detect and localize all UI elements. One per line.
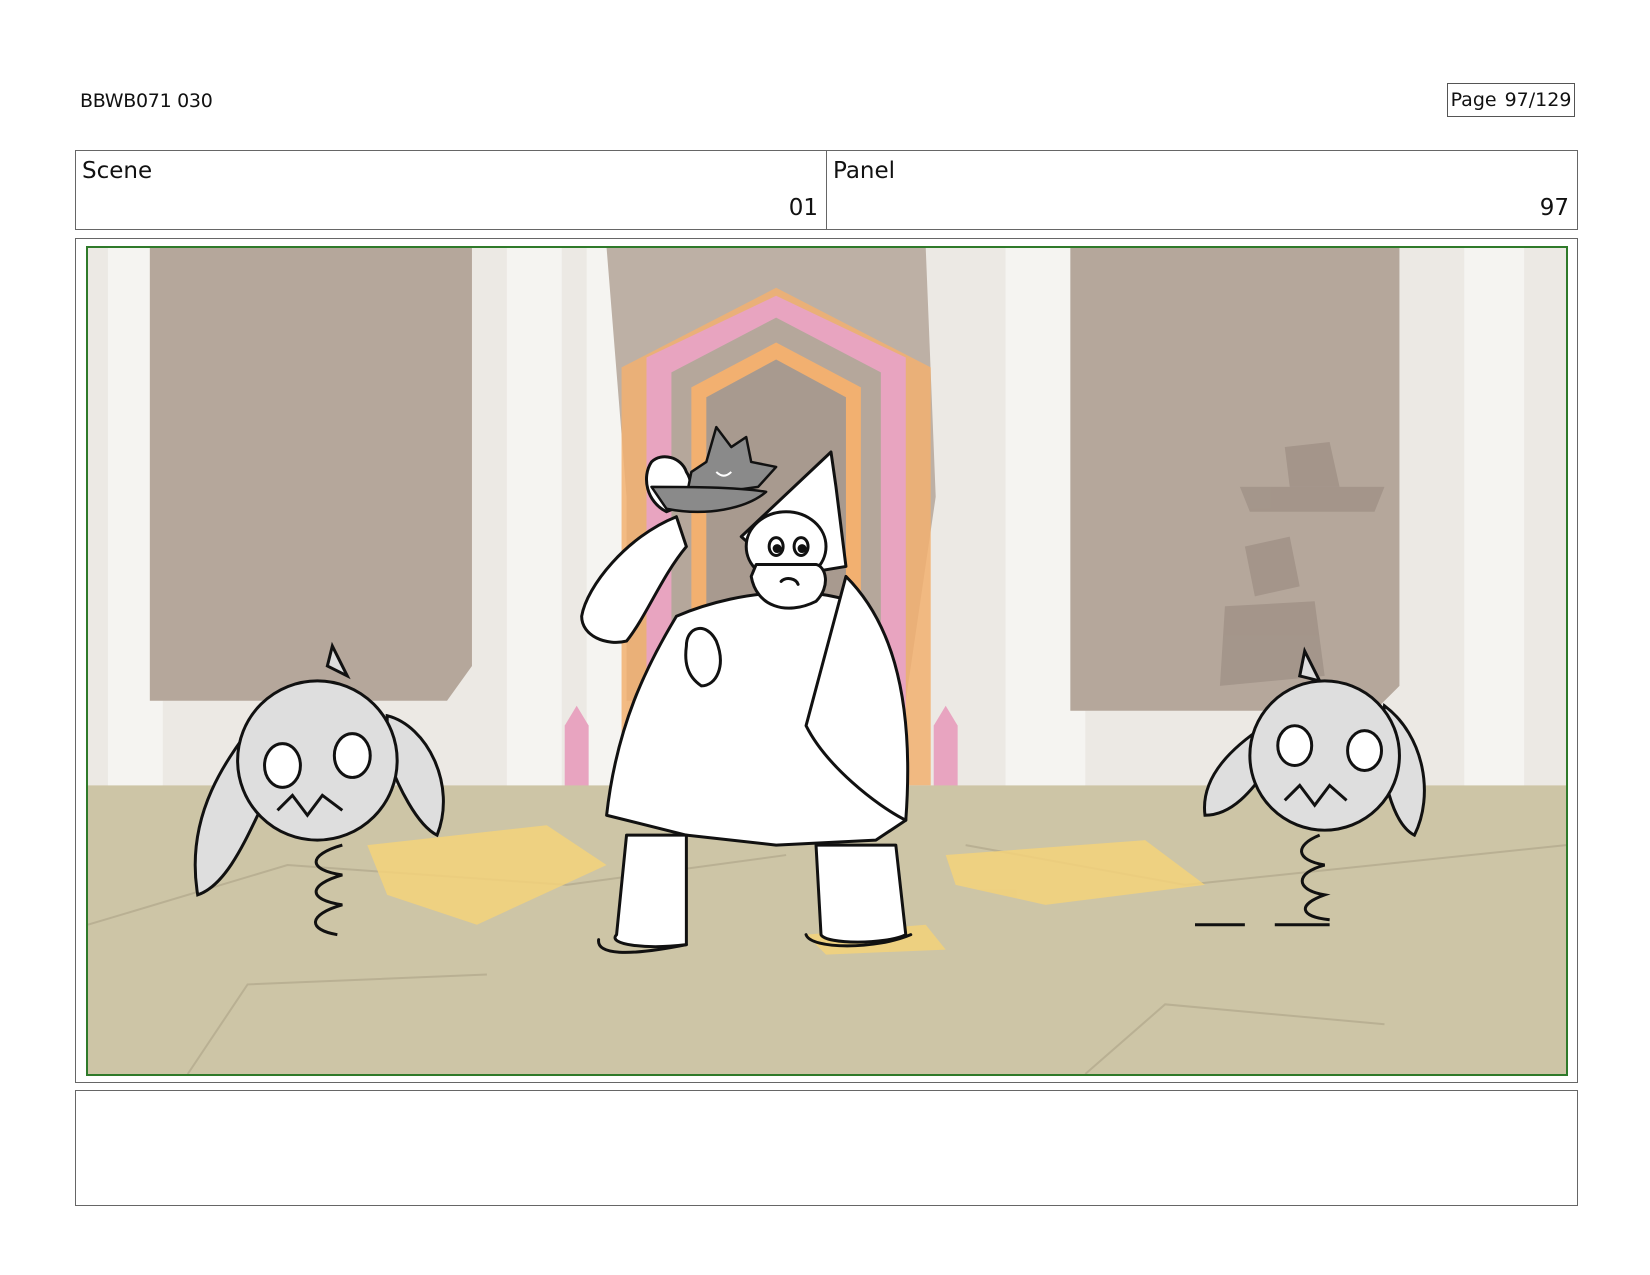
- scene-label: Scene: [82, 158, 153, 184]
- panel-cell: Panel 97: [826, 151, 1577, 229]
- page-number: 97/129: [1504, 89, 1572, 111]
- scene-panel-header: Scene 01 Panel 97: [75, 150, 1578, 230]
- storyboard-artwork: [88, 248, 1566, 1074]
- panel-number: 97: [1539, 195, 1569, 221]
- notes-box: [75, 1090, 1578, 1206]
- storyboard-image: [86, 246, 1568, 1076]
- scene-cell: Scene 01: [76, 151, 826, 229]
- document-id: BBWB071 030: [80, 90, 213, 112]
- scene-number: 01: [788, 195, 818, 221]
- page-label: Page: [1450, 89, 1497, 111]
- panel-label: Panel: [833, 158, 896, 184]
- page-indicator: Page 97/129: [1447, 83, 1575, 117]
